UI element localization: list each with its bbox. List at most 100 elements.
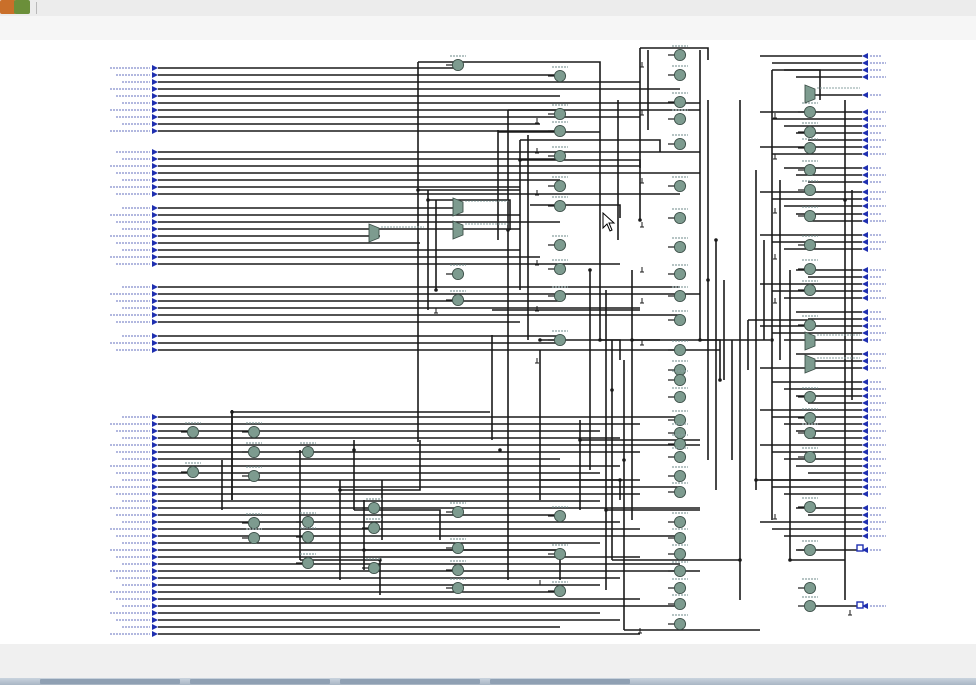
taskbar-item[interactable]: [40, 679, 180, 684]
wire-junction: [434, 288, 438, 292]
gate-body: [451, 267, 465, 281]
logic-gate: [668, 208, 688, 225]
gate-body: [673, 597, 687, 611]
gate-body: [673, 137, 687, 151]
wire-junction: [622, 458, 626, 462]
wire-junction: [610, 388, 614, 392]
wire: [364, 549, 561, 580]
gate-body: [553, 509, 567, 523]
input-port: [152, 191, 158, 197]
logic-gate: [668, 134, 688, 151]
gate-body: [673, 426, 687, 440]
gate-body: [451, 505, 465, 519]
output-port: [862, 123, 868, 129]
gate-body: [673, 211, 687, 225]
mux-body: [804, 84, 816, 104]
input-port: [152, 107, 158, 113]
output-port: [862, 393, 868, 399]
wire: [520, 159, 641, 168]
input-port: [152, 184, 158, 190]
logic-gate: [668, 176, 688, 193]
gate-body: [553, 69, 567, 83]
gate-body: [367, 521, 381, 535]
taskbar-item[interactable]: [490, 679, 630, 684]
logic-gate: [446, 538, 466, 555]
gate-body: [673, 564, 687, 578]
mux-body: [452, 220, 464, 240]
input-port: [152, 65, 158, 71]
input-port: [152, 261, 158, 267]
input-port: [152, 491, 158, 497]
gate-body: [673, 450, 687, 464]
wire-layer: [158, 47, 862, 635]
output-port: [862, 67, 868, 73]
gate-body: [673, 581, 687, 595]
output-port: [862, 281, 868, 287]
gate-body: [803, 500, 817, 514]
output-port: [862, 526, 868, 532]
input-port: [152, 319, 158, 325]
input-port: [152, 177, 158, 183]
input-port: [152, 284, 158, 290]
gate-body: [553, 124, 567, 138]
output-port: [862, 288, 868, 294]
input-port: [152, 79, 158, 85]
gate-body: [803, 141, 817, 155]
wire-junction: [718, 378, 722, 382]
logic-gate: [668, 482, 688, 499]
logic-gate: [548, 121, 568, 138]
wire-junction: [638, 218, 642, 222]
input-port: [152, 617, 158, 623]
gate-body: [301, 515, 315, 529]
gate-body: [803, 163, 817, 177]
gate-body: [673, 531, 687, 545]
gate-body: [673, 112, 687, 126]
toolbar-divider: [36, 2, 37, 14]
wire-junction: [506, 228, 510, 232]
logic-gate: [668, 264, 688, 281]
output-port: [862, 477, 868, 483]
output-port: [862, 365, 868, 371]
taskbar-item[interactable]: [340, 679, 480, 684]
input-port: [152, 291, 158, 297]
output-port: [862, 323, 868, 329]
output-port-box: [856, 601, 864, 609]
run-tool-icon[interactable]: [14, 0, 30, 14]
output-port: [862, 109, 868, 115]
gate-body: [673, 289, 687, 303]
output-port: [862, 179, 868, 185]
gate-body: [367, 561, 381, 575]
input-port: [152, 414, 158, 420]
input-port: [152, 463, 158, 469]
output-port: [862, 309, 868, 315]
logic-gate: [446, 290, 466, 307]
taskbar-item[interactable]: [190, 679, 330, 684]
gate-body: [451, 541, 465, 555]
gate-body: [803, 105, 817, 119]
input-port: [152, 456, 158, 462]
mux-cell: [804, 84, 860, 104]
wire-junction: [588, 268, 592, 272]
logic-gate: [668, 92, 688, 109]
output-port: [862, 232, 868, 238]
logic-gate: [798, 578, 818, 595]
input-port: [152, 233, 158, 239]
schematic-canvas[interactable]: [0, 40, 976, 644]
output-port: [862, 218, 868, 224]
gate-body: [803, 390, 817, 404]
gate-body: [803, 238, 817, 252]
output-port: [862, 144, 868, 150]
gate-body: [673, 48, 687, 62]
logic-gate: [668, 544, 688, 561]
output-port: [862, 400, 868, 406]
input-port: [152, 240, 158, 246]
output-port: [862, 449, 868, 455]
input-port: [152, 442, 158, 448]
logic-gate: [798, 102, 818, 119]
logic-gate: [548, 259, 568, 276]
output-port: [862, 351, 868, 357]
output-port: [862, 53, 868, 59]
wire-junction: [362, 548, 366, 552]
input-port: [152, 86, 158, 92]
output-port: [862, 512, 868, 518]
